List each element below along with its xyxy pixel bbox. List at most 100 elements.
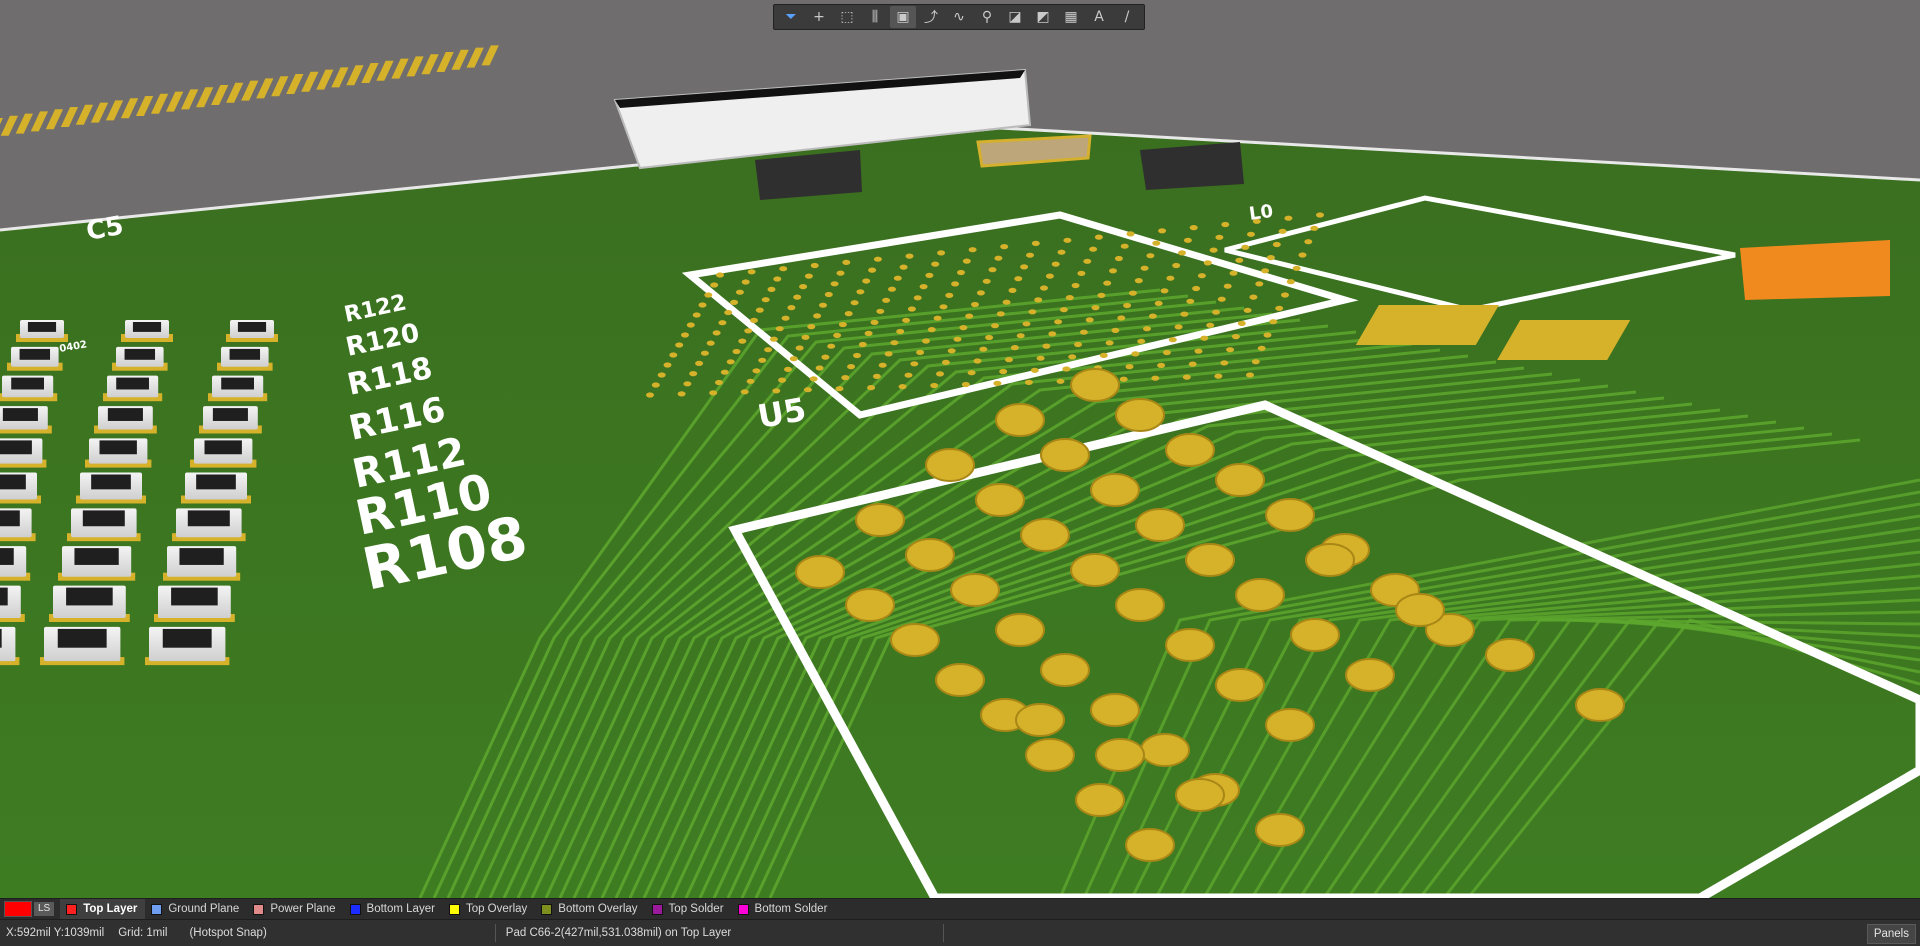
bga-ball — [1089, 246, 1098, 252]
smd-pad — [391, 58, 409, 79]
bga-ball — [1223, 283, 1232, 289]
bga-ball — [1166, 275, 1175, 281]
bga-ball — [726, 359, 735, 365]
bga-ball — [772, 388, 781, 394]
layer-tab[interactable]: Ground Plane — [145, 899, 247, 919]
bga-ball — [1075, 783, 1125, 817]
smd-pad — [165, 91, 184, 112]
bga-ball — [1030, 367, 1039, 373]
bga-ball — [1292, 265, 1301, 271]
bga-ball — [1026, 252, 1034, 258]
pcb-3d-viewport[interactable]: R108 R110 R112 R116 R118 R120 R122 C5 U5 0402 L0 ⏷… — [0, 0, 1920, 898]
bga-ball — [1000, 244, 1009, 250]
bga-ball — [1265, 498, 1315, 532]
smd-pad — [15, 113, 34, 134]
bga-ball — [1123, 302, 1132, 309]
bga-ball — [787, 305, 796, 311]
bga-ball — [1286, 279, 1295, 285]
bga-ball — [1485, 638, 1535, 672]
status-divider — [494, 924, 496, 942]
bga-ball — [677, 391, 686, 397]
pcb-3d-view[interactable]: R108R110R112R116R118R120R122C5U50402L0 — [0, 0, 1920, 898]
bga-ball — [767, 286, 776, 292]
bga-ball — [833, 332, 842, 338]
layer-set-button[interactable]: LS — [34, 902, 55, 916]
grid-size: Grid: 1mil — [118, 927, 168, 939]
bga-ball — [827, 343, 836, 349]
bga-ball — [1077, 270, 1086, 276]
layer-tab[interactable]: Power Plane — [247, 899, 343, 919]
bga-ball — [898, 384, 907, 390]
align-icon[interactable]: ⫼ — [862, 6, 888, 28]
bga-ball — [999, 368, 1008, 375]
resistor-marking — [19, 348, 51, 360]
bga-ball — [1263, 332, 1272, 338]
bga-ball — [882, 297, 891, 303]
bga-ball — [975, 483, 1025, 517]
diff-pair-icon[interactable]: ∿ — [946, 6, 972, 28]
component-icon[interactable]: ▣ — [890, 6, 916, 28]
layer-tab[interactable]: Bottom Solder — [732, 899, 836, 919]
bga-ball — [795, 345, 804, 351]
text-icon[interactable]: A — [1086, 6, 1112, 28]
bga-ball — [1206, 322, 1215, 328]
bga-ball — [1031, 240, 1040, 246]
filter-icon[interactable]: ⏷ — [778, 6, 804, 28]
bga-ball — [1235, 257, 1244, 263]
bga-ball — [899, 264, 908, 270]
bga-ball — [1158, 228, 1167, 234]
smd-pad — [135, 96, 154, 116]
layer-tab[interactable]: Bottom Overlay — [535, 899, 645, 919]
layer-tab-label: Top Layer — [83, 903, 138, 915]
pcb-board — [0, 128, 1920, 898]
line-icon[interactable]: / — [1114, 6, 1140, 28]
bga-ball — [1220, 360, 1229, 366]
bga-ball — [1097, 292, 1106, 298]
panels-button[interactable]: Panels — [1866, 924, 1916, 944]
large-pad — [1355, 305, 1499, 345]
bga-ball — [884, 351, 893, 357]
bga-ball — [862, 278, 871, 284]
bga-ball — [1251, 359, 1260, 365]
cross-icon[interactable]: + — [806, 6, 832, 28]
layer-color-swatch — [66, 903, 78, 915]
bga-ball — [953, 336, 962, 342]
bga-ball — [959, 325, 968, 331]
layer-tab[interactable]: Bottom Layer — [344, 899, 443, 919]
bga-ball — [973, 358, 982, 364]
bga-ball — [907, 306, 916, 312]
bga-ball — [1261, 268, 1270, 274]
bga-ball — [1172, 262, 1181, 269]
via-icon[interactable]: ⚲ — [974, 6, 1000, 28]
bga-ball — [916, 349, 925, 355]
bga-ball — [1034, 297, 1043, 303]
smd-pad — [226, 82, 244, 103]
bga-ball — [1165, 433, 1215, 467]
bga-ball — [855, 503, 905, 537]
resistor-marking — [0, 510, 20, 527]
bga-ball — [930, 382, 939, 389]
silk-label: C5 — [84, 211, 126, 247]
layer-tab[interactable]: Top Solder — [646, 899, 732, 919]
chart-icon[interactable]: ▦ — [1058, 6, 1084, 28]
polygon-icon[interactable]: ◪ — [1002, 6, 1028, 28]
bga-ball — [845, 588, 895, 622]
bga-ball — [847, 364, 856, 370]
silk-label: L0 — [1248, 201, 1275, 225]
smd-pad — [30, 111, 49, 132]
bga-ball — [686, 322, 695, 328]
smd-pad — [196, 87, 214, 108]
bga-ball — [876, 308, 885, 314]
resistor-marking — [0, 628, 2, 648]
route-icon[interactable]: ⤴ — [918, 6, 944, 28]
layer-tab[interactable]: Top Overlay — [443, 899, 535, 919]
region-icon[interactable]: ◩ — [1030, 6, 1056, 28]
smd-pad — [331, 67, 349, 88]
bga-ball — [893, 275, 902, 281]
current-layer-color[interactable] — [4, 901, 32, 917]
select-rect-icon[interactable]: ⬚ — [834, 6, 860, 28]
bga-ball — [1215, 463, 1265, 497]
bga-ball — [1298, 252, 1307, 258]
layer-tab[interactable]: Top Layer — [60, 899, 146, 919]
bga-ball — [957, 269, 965, 276]
